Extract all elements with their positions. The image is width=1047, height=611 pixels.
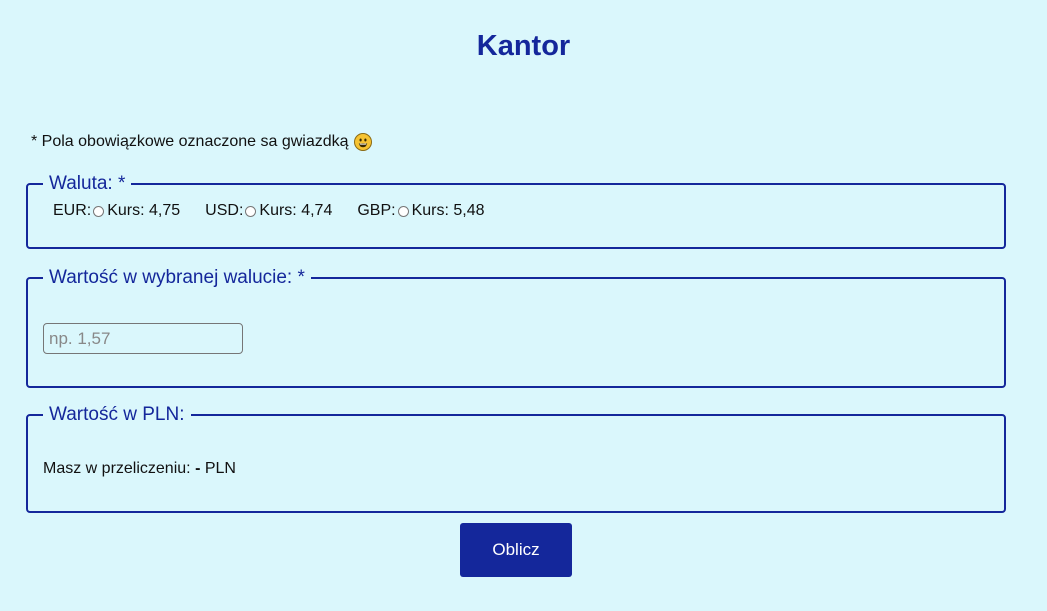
currency-code: USD: (205, 202, 244, 219)
required-fields-note: * Pola obowiązkowe oznaczone sa gwiazdką (31, 131, 372, 153)
eur-radio[interactable] (93, 205, 105, 217)
result-unit: PLN (204, 460, 236, 477)
currency-option-gbp[interactable]: GBP: Kurs: 5,48 (357, 200, 484, 222)
currency-rate: Kurs: 4,75 (107, 202, 181, 219)
currency-rate: Kurs: 4,74 (259, 202, 333, 219)
result-value: - (195, 460, 201, 477)
currency-code: EUR: (53, 202, 92, 219)
required-note-text: * Pola obowiązkowe oznaczone sa gwiazdką (31, 133, 349, 150)
page: Kantor * Pola obowiązkowe oznaczone sa g… (0, 0, 1047, 611)
currency-options: EUR: Kurs: 4,75 USD: Kurs: 4,74 GBP: Kur… (43, 200, 989, 222)
grinning-face-icon (353, 133, 372, 151)
result-fieldset: Wartość w PLN: Masz w przeliczeniu: - PL… (26, 403, 1006, 513)
calculate-button[interactable]: Oblicz (460, 523, 572, 577)
currency-legend: Waluta: * (49, 173, 126, 194)
amount-fieldset: Wartość w wybranej walucie: * (26, 266, 1006, 388)
amount-input[interactable] (43, 323, 243, 354)
amount-legend: Wartość w wybranej walucie: * (49, 267, 305, 288)
result-line: Masz w przeliczeniu: - PLN (43, 458, 989, 480)
currency-option-usd[interactable]: USD: Kurs: 4,74 (205, 200, 332, 222)
page-title: Kantor (476, 30, 571, 62)
result-legend: Wartość w PLN: (49, 404, 185, 425)
result-label: Masz w przeliczeniu: (43, 460, 191, 477)
gbp-radio[interactable] (397, 205, 409, 217)
currency-code: GBP: (357, 202, 396, 219)
currency-option-eur[interactable]: EUR: Kurs: 4,75 (53, 200, 180, 222)
usd-radio[interactable] (245, 205, 257, 217)
currency-rate: Kurs: 5,48 (411, 202, 485, 219)
currency-fieldset: Waluta: * EUR: Kurs: 4,75 USD: Kurs: 4,7… (26, 172, 1006, 249)
